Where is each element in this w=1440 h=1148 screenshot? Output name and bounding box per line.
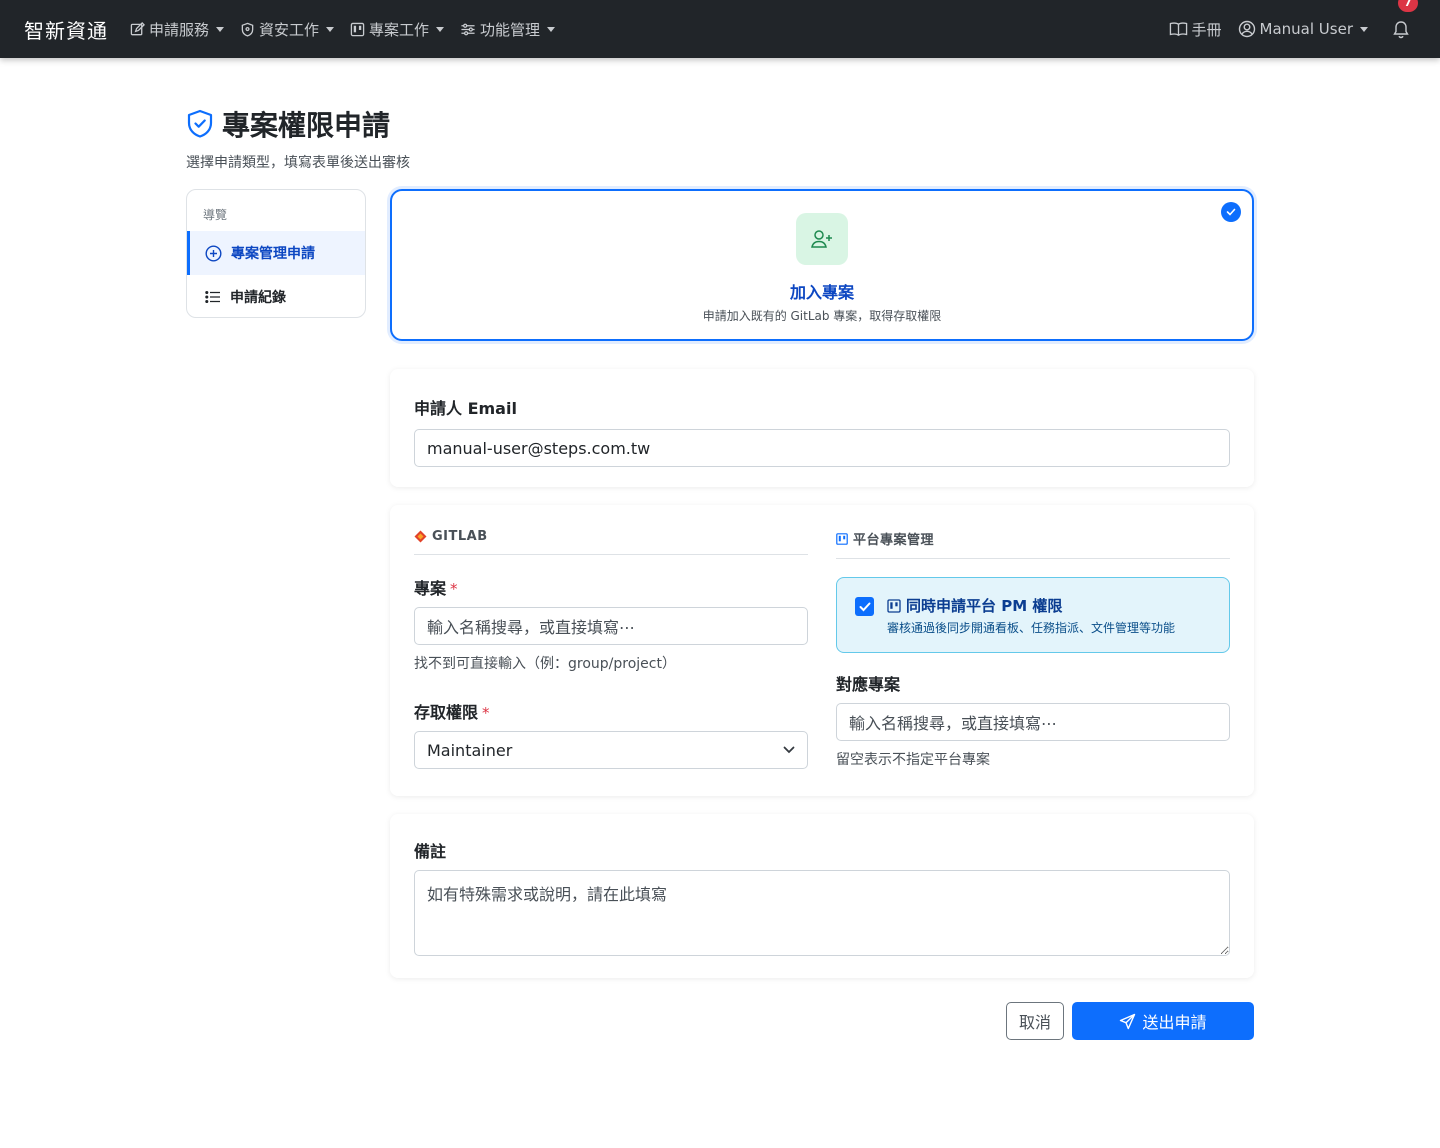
platform-section-header: 平台專案管理: [836, 529, 1230, 559]
menu-security-work[interactable]: 資安工作: [240, 19, 335, 40]
chevron-down-icon: [1360, 26, 1368, 32]
chevron-down-icon: [216, 26, 225, 32]
plus-circle-icon: [205, 244, 222, 262]
sliders-icon: [461, 23, 475, 35]
gitlab-project-search-input[interactable]: 輸入名稱搜尋，或直接填寫⋯: [414, 607, 808, 645]
pm-checkbox-description: 審核通過後同步開通看板、任務指派、文件管理等功能: [887, 621, 1176, 635]
pm-permission-box: 同時申請平台 PM 權限 審核通過後同步開通看板、任務指派、文件管理等功能: [836, 577, 1230, 653]
platform-section-title: 平台專案管理: [853, 533, 935, 548]
chevron-down-icon: [547, 26, 556, 32]
applicant-email-label: 申請人 Email: [414, 399, 517, 418]
user-circle-icon: [1238, 20, 1255, 38]
menu-security-work-label: 資安工作: [259, 20, 320, 39]
brand-logo[interactable]: 智新資通: [24, 15, 108, 44]
request-type-title: 加入專案: [789, 283, 854, 302]
kanban-icon: [887, 598, 901, 613]
platform-project-search-input[interactable]: 輸入名稱搜尋，或直接填寫⋯: [836, 703, 1230, 741]
gitlab-section: GITLAB 專案 * 輸入名稱搜尋，或直接填寫⋯ 找不到可直接輸入（例：grou…: [414, 529, 808, 769]
send-icon: [1120, 1013, 1136, 1029]
notes-card: 備註: [390, 814, 1254, 978]
notes-textarea[interactable]: [414, 870, 1230, 956]
chevron-down-icon: [436, 26, 445, 32]
user-name: Manual User: [1259, 20, 1353, 38]
project-label: 專案: [414, 579, 447, 598]
gitlab-section-title: GITLAB: [432, 529, 488, 544]
manual-link[interactable]: 手冊: [1169, 19, 1222, 40]
access-label-row: 存取權限 *: [414, 699, 808, 723]
submit-button-label: 送出申請: [1142, 1013, 1207, 1032]
platform-section: 平台專案管理 同時申請平台 PM 權限 審核通過後同步開通看板、任務指派、文件管…: [836, 529, 1230, 769]
notes-label: 備註: [414, 842, 447, 861]
chevron-down-icon: [783, 746, 795, 754]
pm-checkbox-text: 同時申請平台 PM 權限: [906, 597, 1063, 615]
mapped-project-help-text: 留空表示不指定平台專案: [836, 752, 990, 768]
request-type-join-project[interactable]: 加入專案 申請加入既有的 GitLab 專案，取得存取權限: [390, 189, 1254, 341]
project-label-row: 專案 *: [414, 575, 808, 599]
page-title: 專案權限申請: [222, 109, 391, 142]
chevron-down-icon: [326, 26, 335, 32]
menu-feature-management-label: 功能管理: [480, 20, 541, 39]
sidebar-item-label: 專案管理申請: [231, 246, 315, 262]
gitlab-icon: [414, 530, 427, 543]
menu-apply-services-label: 申請服務: [149, 20, 210, 39]
sidebar: 導覽 專案管理申請 申請紀錄: [186, 189, 366, 318]
sidebar-item-project-request[interactable]: 專案管理申請: [187, 231, 365, 275]
menu-project-work[interactable]: 專案工作: [350, 19, 445, 40]
pm-permission-checkbox[interactable]: [855, 597, 874, 616]
access-level-label: 存取權限: [414, 703, 479, 722]
gitlab-section-header: GITLAB: [414, 529, 808, 555]
list-icon: [205, 290, 220, 304]
project-help-text: 找不到可直接輸入（例：group/project）: [414, 656, 676, 672]
book-icon: [1169, 22, 1187, 37]
selected-check-icon: [1221, 202, 1241, 222]
manual-label: 手冊: [1191, 20, 1222, 39]
kanban-icon: [350, 22, 365, 36]
bell-icon: [1393, 20, 1409, 38]
notification-badge: 7: [1398, 0, 1418, 12]
applicant-card: 申請人 Email manual-user@steps.com.tw: [390, 369, 1254, 487]
menu-feature-management[interactable]: 功能管理: [460, 19, 556, 40]
sidebar-item-request-history[interactable]: 申請紀錄: [187, 275, 365, 317]
kanban-icon: [836, 532, 848, 545]
project-details-card: GITLAB 專案 * 輸入名稱搜尋，或直接填寫⋯ 找不到可直接輸入（例：grou…: [390, 505, 1254, 796]
access-level-select[interactable]: Maintainer: [414, 731, 808, 769]
sidebar-item-label: 申請紀錄: [230, 290, 286, 306]
top-navbar: 智新資通 申請服務 資安工作 專案工作 功能管理 手冊 Manual User …: [0, 0, 1440, 58]
type-icon-box: [796, 213, 848, 265]
menu-project-work-label: 專案工作: [369, 20, 430, 39]
required-marker: *: [482, 704, 490, 722]
title-row: 專案權限申請: [186, 104, 410, 144]
page-header: 專案權限申請 選擇申請類型，填寫表單後送出審核: [186, 104, 410, 172]
access-level-value: Maintainer: [427, 740, 513, 760]
page-subtitle: 選擇申請類型，填寫表單後送出審核: [186, 155, 410, 171]
user-menu[interactable]: Manual User: [1238, 20, 1368, 38]
request-type-description: 申請加入既有的 GitLab 專案，取得存取權限: [702, 309, 942, 323]
shield-check-icon: [187, 109, 213, 138]
required-marker: *: [450, 580, 458, 598]
submit-button[interactable]: 送出申請: [1072, 1002, 1254, 1040]
menu-apply-services[interactable]: 申請服務: [130, 19, 225, 40]
sidebar-section-label: 導覽: [203, 208, 228, 222]
applicant-email-field[interactable]: manual-user@steps.com.tw: [414, 429, 1230, 467]
navbar-right: 手冊 Manual User 7: [1169, 0, 1418, 40]
cancel-button[interactable]: 取消: [1006, 1002, 1064, 1040]
mapped-project-label: 對應專案: [836, 675, 901, 694]
edit-icon: [130, 21, 145, 35]
person-add-icon: [811, 230, 832, 248]
shield-icon: [241, 22, 254, 37]
notifications-button[interactable]: 7: [1392, 0, 1418, 39]
pm-checkbox-label[interactable]: 同時申請平台 PM 權限: [887, 595, 1062, 616]
